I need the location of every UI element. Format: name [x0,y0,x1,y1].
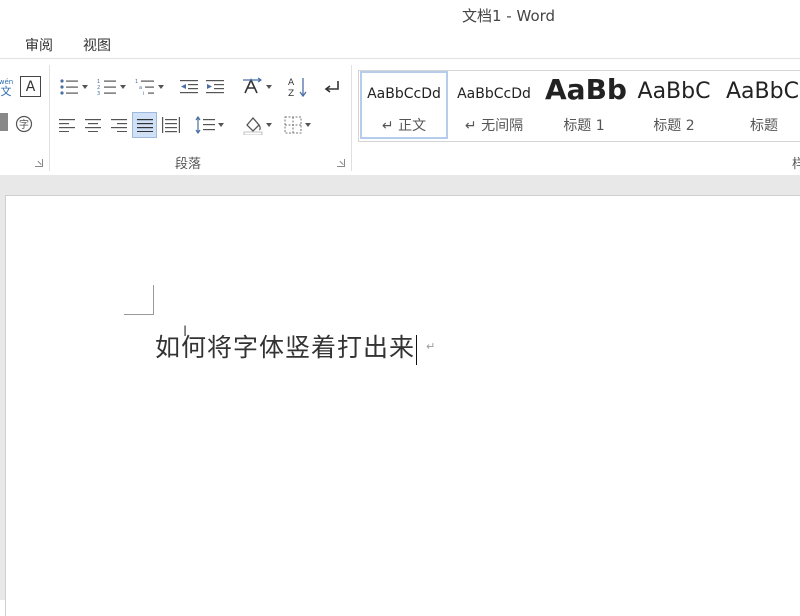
tab-review[interactable]: 审阅 [25,35,53,55]
document-page[interactable]: 如何将字体竖着打出来 ↵ Ι [5,195,800,616]
align-center-icon [85,119,101,132]
style-normal[interactable]: AaBbCcDd ↵ 正文 [360,71,448,139]
styles-group-label: 样 [792,157,800,172]
svg-text:3: 3 [97,91,100,96]
distributed-button[interactable] [160,113,182,137]
tab-view[interactable]: 视图 [83,35,111,55]
style-name: ↵ 正文 [381,118,427,134]
window-title: 文档1 - Word [462,7,556,25]
line-spacing-button[interactable] [190,113,228,137]
show-marks-icon [324,81,339,93]
style-sample: AaBbC [637,79,711,104]
character-shading-icon[interactable] [0,113,8,131]
paragraph-mark: ↵ [426,340,436,353]
style-name: 标题 [750,118,778,134]
styles-gallery: AaBbCcDd ↵ 正文 AaBbCcDd ↵ 无间隔 AaBb 标题 1 A… [358,70,800,142]
group-separator [351,65,352,171]
margin-corner-mark [153,285,154,314]
sort-icon: AZ [288,78,307,98]
font-dialog-launcher[interactable] [35,159,43,167]
title-bar: 文档1 - Word [0,0,800,30]
justify-icon [136,119,153,132]
style-sample: AaBbC [726,79,799,104]
decrease-indent-button[interactable] [178,77,200,97]
align-left-button[interactable] [56,113,78,137]
style-name: 标题 2 [653,118,695,134]
bullets-icon [59,79,78,95]
align-right-button[interactable] [108,113,130,137]
phonetic-guide-button[interactable]: wén 文 [0,77,14,97]
text-direction-icon [242,77,262,94]
svg-text:字: 字 [19,118,29,131]
paragraph-dialog-launcher[interactable] [337,159,345,167]
style-no-spacing[interactable]: AaBbCcDd ↵ 无间隔 [450,71,538,139]
sort-button[interactable]: AZ [286,76,310,98]
increase-indent-icon [206,80,224,94]
distributed-icon [162,117,180,133]
line-spacing-icon [195,116,215,134]
increase-indent-button[interactable] [204,77,226,97]
character-border-glyph: A [25,78,36,95]
bullets-button[interactable] [56,77,90,97]
align-right-icon [111,119,127,132]
numbering-button[interactable]: 123 [94,77,128,97]
decrease-indent-icon [180,80,198,94]
text-direction-button[interactable] [238,76,274,98]
style-heading-1[interactable]: AaBb 标题 1 [540,71,628,139]
style-name: 标题 1 [563,118,605,134]
ibeam-cursor-icon: Ι [183,324,188,340]
document-text[interactable]: 如何将字体竖着打出来 [155,328,418,365]
svg-text:A: A [288,78,295,88]
shading-button[interactable] [238,113,276,137]
style-sample: AaBbCcDd [367,86,441,102]
style-sample: AaBbCcDd [457,86,531,102]
justify-button[interactable] [132,112,157,138]
numbering-icon: 123 [97,79,116,96]
paragraph-group-label: 段落 [175,157,202,172]
show-marks-button[interactable] [320,76,344,98]
style-name: ↵ 无间隔 [464,118,524,134]
multilevel-list-button[interactable]: 1ai [132,77,166,97]
phonetic-guide-label-bottom: 文 [0,84,12,98]
enclose-char-icon[interactable]: 字 [15,115,33,133]
align-left-icon [59,119,75,132]
style-sample: AaBb [545,73,627,106]
svg-text:1: 1 [135,79,138,85]
document-area: 如何将字体竖着打出来 ↵ Ι [0,175,800,616]
font-group: wén 文 A 字 [0,59,48,173]
borders-button[interactable] [278,113,316,137]
paragraph-group: 123 1ai AZ 段落 [50,59,350,173]
multilevel-list-icon: 1ai [135,79,154,96]
margin-corner-mark [124,314,154,315]
svg-text:Z: Z [288,89,294,98]
align-center-button[interactable] [82,113,104,137]
svg-text:i: i [143,91,144,96]
ribbon-tabs: 审阅 视图 [0,30,800,58]
svg-text:a: a [139,85,142,91]
character-border-button[interactable]: A [20,76,41,97]
style-title[interactable]: AaBbC 标题 [720,71,800,139]
shading-icon [243,117,262,135]
borders-icon [284,116,301,134]
text-cursor [416,334,418,365]
document-text-content: 如何将字体竖着打出来 [155,333,416,362]
style-heading-2[interactable]: AaBbC 标题 2 [630,71,718,139]
